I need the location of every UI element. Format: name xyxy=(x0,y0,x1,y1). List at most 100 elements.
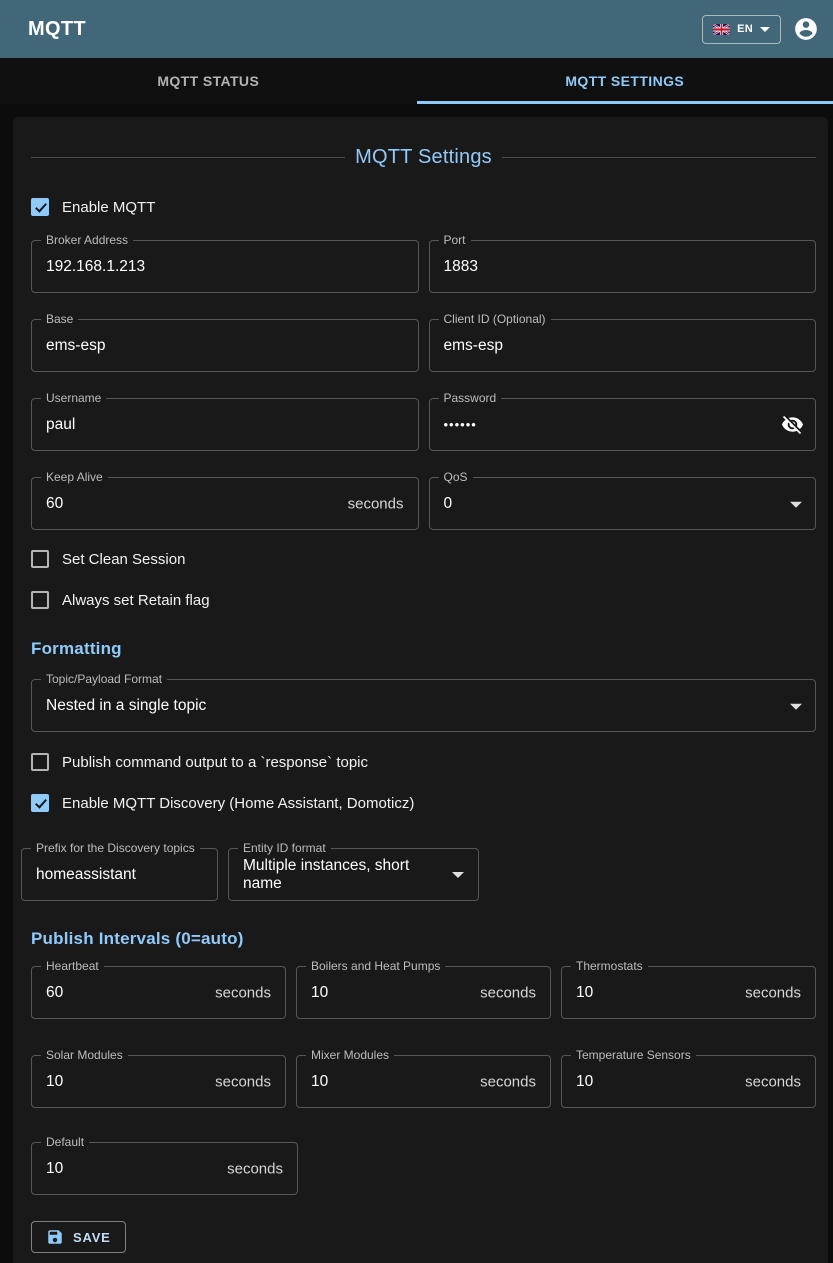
solar-modules-label: Solar Modules xyxy=(41,1048,128,1063)
visibility-off-icon xyxy=(781,413,804,436)
settings-card: MQTT Settings Enable MQTT Broker Address… xyxy=(13,117,828,1263)
discovery-prefix-field: Prefix for the Discovery topics xyxy=(21,848,218,901)
formatting-section-header: Formatting xyxy=(31,639,816,659)
app-bar-actions: EN xyxy=(702,15,819,44)
app-bar: MQTT EN xyxy=(0,0,833,58)
tab-bar: MQTT STATUS MQTT SETTINGS xyxy=(0,58,833,104)
temperature-sensors-field: Temperature Sensors seconds xyxy=(561,1055,816,1108)
heartbeat-input[interactable] xyxy=(32,967,285,1018)
discovery-prefix-label: Prefix for the Discovery topics xyxy=(31,841,200,856)
qos-select-field[interactable]: QoS 0 xyxy=(429,477,817,530)
response-topic-checkbox[interactable] xyxy=(31,753,49,771)
client-id-field: Client ID (Optional) xyxy=(429,319,817,372)
solar-modules-input[interactable] xyxy=(32,1056,285,1107)
password-label: Password xyxy=(439,391,502,406)
base-clientid-row: Base Client ID (Optional) xyxy=(31,319,816,372)
solar-modules-field: Solar Modules seconds xyxy=(31,1055,286,1108)
retain-flag-checkbox[interactable] xyxy=(31,591,49,609)
heartbeat-label: Heartbeat xyxy=(41,959,104,974)
keepalive-qos-row: Keep Alive seconds QoS 0 xyxy=(31,477,816,530)
heartbeat-field: Heartbeat seconds xyxy=(31,966,286,1019)
language-selector-button[interactable]: EN xyxy=(702,15,781,44)
port-input[interactable] xyxy=(430,241,816,292)
keep-alive-input[interactable] xyxy=(32,478,418,529)
toggle-password-visibility-button[interactable] xyxy=(779,412,805,438)
thermostats-input[interactable] xyxy=(562,967,815,1018)
thermostats-field: Thermostats seconds xyxy=(561,966,816,1019)
mqtt-discovery-label: Enable MQTT Discovery (Home Assistant, D… xyxy=(62,795,414,812)
default-interval-field: Default seconds xyxy=(31,1142,298,1195)
enable-mqtt-row[interactable]: Enable MQTT xyxy=(31,195,155,219)
username-label: Username xyxy=(41,391,106,406)
enable-mqtt-label: Enable MQTT xyxy=(62,199,155,216)
port-field: Port xyxy=(429,240,817,293)
language-code: EN xyxy=(737,23,753,35)
qos-label: QoS xyxy=(439,470,473,485)
discovery-prefix-input[interactable] xyxy=(22,849,217,900)
intervals-row-2: Solar Modules seconds Mixer Modules seco… xyxy=(31,1055,816,1108)
clean-session-row[interactable]: Set Clean Session xyxy=(31,547,185,571)
tab-mqtt-status[interactable]: MQTT STATUS xyxy=(0,58,417,104)
broker-address-input[interactable] xyxy=(32,241,418,292)
tab-mqtt-settings[interactable]: MQTT SETTINGS xyxy=(417,58,833,104)
entity-id-format-label: Entity ID format xyxy=(238,841,331,856)
account-circle-icon[interactable] xyxy=(793,16,819,42)
boilers-label: Boilers and Heat Pumps xyxy=(306,959,445,974)
uk-flag-icon xyxy=(713,24,730,35)
mixer-modules-input[interactable] xyxy=(297,1056,550,1107)
boilers-field: Boilers and Heat Pumps seconds xyxy=(296,966,551,1019)
entity-id-format-select-value[interactable]: Multiple instances, short name xyxy=(229,849,478,900)
boilers-input[interactable] xyxy=(297,967,550,1018)
client-id-input[interactable] xyxy=(430,320,816,371)
clean-session-label: Set Clean Session xyxy=(62,551,185,568)
thermostats-label: Thermostats xyxy=(571,959,648,974)
temperature-sensors-input[interactable] xyxy=(562,1056,815,1107)
mqtt-discovery-row[interactable]: Enable MQTT Discovery (Home Assistant, D… xyxy=(31,791,414,815)
divider-line xyxy=(502,157,816,158)
base-input[interactable] xyxy=(32,320,418,371)
username-input[interactable] xyxy=(32,399,418,450)
save-icon xyxy=(46,1228,64,1246)
client-id-label: Client ID (Optional) xyxy=(439,312,551,327)
username-password-row: Username Password xyxy=(31,398,816,451)
retain-flag-label: Always set Retain flag xyxy=(62,592,210,609)
temperature-sensors-label: Temperature Sensors xyxy=(571,1048,696,1063)
password-input[interactable] xyxy=(430,399,816,450)
entity-id-format-text: Multiple instances, short name xyxy=(243,857,440,893)
base-label: Base xyxy=(41,312,78,327)
save-button[interactable]: SAVE xyxy=(31,1221,126,1253)
enable-mqtt-checkbox[interactable] xyxy=(31,198,49,216)
mixer-modules-field: Mixer Modules seconds xyxy=(296,1055,551,1108)
topic-format-select-value[interactable]: Nested in a single topic xyxy=(32,680,815,731)
default-interval-label: Default xyxy=(41,1135,89,1150)
divider-line xyxy=(31,157,345,158)
actions-row: SAVE xyxy=(31,1221,816,1253)
keep-alive-field: Keep Alive seconds xyxy=(31,477,419,530)
intervals-row-1: Heartbeat seconds Boilers and Heat Pumps… xyxy=(31,966,816,1019)
base-field: Base xyxy=(31,319,419,372)
save-button-label: SAVE xyxy=(73,1230,111,1245)
intervals-row-3: Default seconds xyxy=(31,1142,298,1195)
discovery-options-row: Prefix for the Discovery topics Entity I… xyxy=(21,848,816,901)
page-title: MQTT xyxy=(28,18,86,41)
entity-id-format-select-field[interactable]: Entity ID format Multiple instances, sho… xyxy=(228,848,479,901)
publish-intervals-section-header: Publish Intervals (0=auto) xyxy=(31,929,816,949)
username-field: Username xyxy=(31,398,419,451)
mqtt-settings-screen: MQTT EN MQTT STAT xyxy=(0,0,833,1263)
topic-format-label: Topic/Payload Format xyxy=(41,672,167,687)
dropdown-arrow-icon xyxy=(452,872,464,878)
topic-format-select-field[interactable]: Topic/Payload Format Nested in a single … xyxy=(31,679,816,732)
keep-alive-label: Keep Alive xyxy=(41,470,108,485)
qos-select-value[interactable]: 0 xyxy=(430,478,816,529)
mixer-modules-label: Mixer Modules xyxy=(306,1048,394,1063)
card-heading-row: MQTT Settings xyxy=(31,145,816,169)
password-field: Password xyxy=(429,398,817,451)
card-heading: MQTT Settings xyxy=(345,146,502,169)
broker-port-row: Broker Address Port xyxy=(31,240,816,293)
clean-session-checkbox[interactable] xyxy=(31,550,49,568)
default-interval-input[interactable] xyxy=(32,1143,297,1194)
broker-address-field: Broker Address xyxy=(31,240,419,293)
response-topic-row[interactable]: Publish command output to a `response` t… xyxy=(31,750,368,774)
retain-flag-row[interactable]: Always set Retain flag xyxy=(31,588,210,612)
mqtt-discovery-checkbox[interactable] xyxy=(31,794,49,812)
